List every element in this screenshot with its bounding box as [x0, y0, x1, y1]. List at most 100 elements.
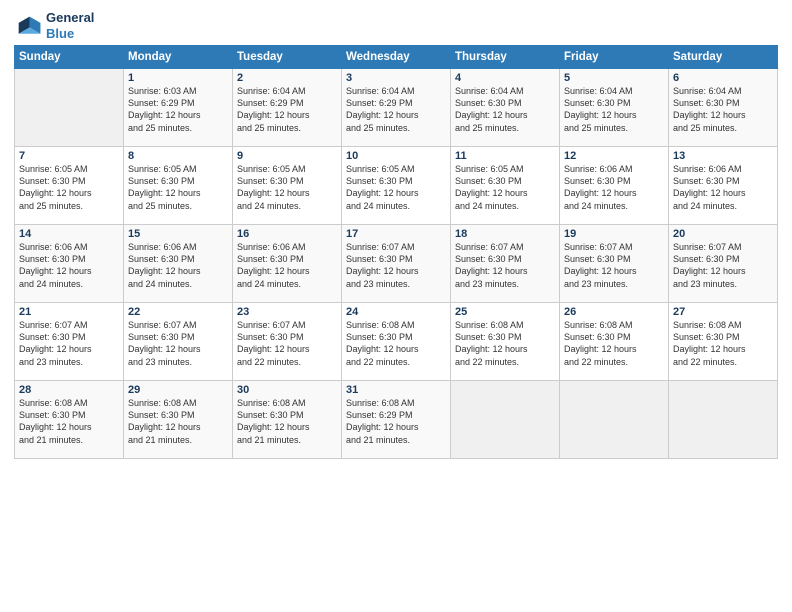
- day-info: Sunrise: 6:04 AM Sunset: 6:30 PM Dayligh…: [564, 85, 664, 134]
- day-info: Sunrise: 6:08 AM Sunset: 6:30 PM Dayligh…: [455, 319, 555, 368]
- calendar-cell: [669, 381, 778, 459]
- day-number: 16: [237, 228, 337, 240]
- weekday-header-tuesday: Tuesday: [233, 46, 342, 69]
- day-number: 15: [128, 228, 228, 240]
- weekday-header-monday: Monday: [124, 46, 233, 69]
- calendar-cell: 19Sunrise: 6:07 AM Sunset: 6:30 PM Dayli…: [560, 225, 669, 303]
- day-info: Sunrise: 6:05 AM Sunset: 6:30 PM Dayligh…: [19, 163, 119, 212]
- calendar-cell: 11Sunrise: 6:05 AM Sunset: 6:30 PM Dayli…: [451, 147, 560, 225]
- day-info: Sunrise: 6:06 AM Sunset: 6:30 PM Dayligh…: [673, 163, 773, 212]
- day-number: 25: [455, 306, 555, 318]
- day-number: 21: [19, 306, 119, 318]
- day-info: Sunrise: 6:08 AM Sunset: 6:30 PM Dayligh…: [19, 397, 119, 446]
- day-number: 14: [19, 228, 119, 240]
- calendar-cell: 5Sunrise: 6:04 AM Sunset: 6:30 PM Daylig…: [560, 69, 669, 147]
- day-number: 12: [564, 150, 664, 162]
- calendar-week-3: 14Sunrise: 6:06 AM Sunset: 6:30 PM Dayli…: [15, 225, 778, 303]
- calendar-cell: 31Sunrise: 6:08 AM Sunset: 6:29 PM Dayli…: [342, 381, 451, 459]
- calendar-week-5: 28Sunrise: 6:08 AM Sunset: 6:30 PM Dayli…: [15, 381, 778, 459]
- calendar-cell: 3Sunrise: 6:04 AM Sunset: 6:29 PM Daylig…: [342, 69, 451, 147]
- calendar-cell: 14Sunrise: 6:06 AM Sunset: 6:30 PM Dayli…: [15, 225, 124, 303]
- day-number: 29: [128, 384, 228, 396]
- day-info: Sunrise: 6:07 AM Sunset: 6:30 PM Dayligh…: [19, 319, 119, 368]
- day-number: 17: [346, 228, 446, 240]
- calendar-week-2: 7Sunrise: 6:05 AM Sunset: 6:30 PM Daylig…: [15, 147, 778, 225]
- calendar-cell: 29Sunrise: 6:08 AM Sunset: 6:30 PM Dayli…: [124, 381, 233, 459]
- day-number: 23: [237, 306, 337, 318]
- calendar-cell: [451, 381, 560, 459]
- day-info: Sunrise: 6:04 AM Sunset: 6:30 PM Dayligh…: [455, 85, 555, 134]
- day-info: Sunrise: 6:08 AM Sunset: 6:30 PM Dayligh…: [128, 397, 228, 446]
- day-number: 5: [564, 72, 664, 84]
- day-number: 20: [673, 228, 773, 240]
- logo-line2: Blue: [46, 26, 94, 42]
- day-info: Sunrise: 6:07 AM Sunset: 6:30 PM Dayligh…: [564, 241, 664, 290]
- logo-line1: General: [46, 10, 94, 26]
- day-info: Sunrise: 6:06 AM Sunset: 6:30 PM Dayligh…: [128, 241, 228, 290]
- weekday-header-saturday: Saturday: [669, 46, 778, 69]
- calendar-cell: 13Sunrise: 6:06 AM Sunset: 6:30 PM Dayli…: [669, 147, 778, 225]
- day-info: Sunrise: 6:07 AM Sunset: 6:30 PM Dayligh…: [455, 241, 555, 290]
- day-info: Sunrise: 6:04 AM Sunset: 6:29 PM Dayligh…: [346, 85, 446, 134]
- calendar-cell: 25Sunrise: 6:08 AM Sunset: 6:30 PM Dayli…: [451, 303, 560, 381]
- day-number: 30: [237, 384, 337, 396]
- calendar-cell: 30Sunrise: 6:08 AM Sunset: 6:30 PM Dayli…: [233, 381, 342, 459]
- calendar-cell: 28Sunrise: 6:08 AM Sunset: 6:30 PM Dayli…: [15, 381, 124, 459]
- calendar-cell: [560, 381, 669, 459]
- day-number: 28: [19, 384, 119, 396]
- calendar-cell: 15Sunrise: 6:06 AM Sunset: 6:30 PM Dayli…: [124, 225, 233, 303]
- day-info: Sunrise: 6:06 AM Sunset: 6:30 PM Dayligh…: [237, 241, 337, 290]
- logo: General Blue: [14, 10, 94, 41]
- calendar-cell: 10Sunrise: 6:05 AM Sunset: 6:30 PM Dayli…: [342, 147, 451, 225]
- calendar-cell: 4Sunrise: 6:04 AM Sunset: 6:30 PM Daylig…: [451, 69, 560, 147]
- day-info: Sunrise: 6:07 AM Sunset: 6:30 PM Dayligh…: [128, 319, 228, 368]
- calendar-cell: 18Sunrise: 6:07 AM Sunset: 6:30 PM Dayli…: [451, 225, 560, 303]
- day-info: Sunrise: 6:03 AM Sunset: 6:29 PM Dayligh…: [128, 85, 228, 134]
- calendar-cell: 2Sunrise: 6:04 AM Sunset: 6:29 PM Daylig…: [233, 69, 342, 147]
- calendar-cell: 7Sunrise: 6:05 AM Sunset: 6:30 PM Daylig…: [15, 147, 124, 225]
- day-info: Sunrise: 6:07 AM Sunset: 6:30 PM Dayligh…: [237, 319, 337, 368]
- day-number: 19: [564, 228, 664, 240]
- calendar-cell: 6Sunrise: 6:04 AM Sunset: 6:30 PM Daylig…: [669, 69, 778, 147]
- calendar-cell: 27Sunrise: 6:08 AM Sunset: 6:30 PM Dayli…: [669, 303, 778, 381]
- weekday-header-friday: Friday: [560, 46, 669, 69]
- day-info: Sunrise: 6:08 AM Sunset: 6:30 PM Dayligh…: [237, 397, 337, 446]
- calendar-cell: 23Sunrise: 6:07 AM Sunset: 6:30 PM Dayli…: [233, 303, 342, 381]
- calendar-week-4: 21Sunrise: 6:07 AM Sunset: 6:30 PM Dayli…: [15, 303, 778, 381]
- weekday-header-thursday: Thursday: [451, 46, 560, 69]
- calendar-week-1: 1Sunrise: 6:03 AM Sunset: 6:29 PM Daylig…: [15, 69, 778, 147]
- day-number: 18: [455, 228, 555, 240]
- day-number: 9: [237, 150, 337, 162]
- calendar-cell: 22Sunrise: 6:07 AM Sunset: 6:30 PM Dayli…: [124, 303, 233, 381]
- day-number: 27: [673, 306, 773, 318]
- calendar-cell: 20Sunrise: 6:07 AM Sunset: 6:30 PM Dayli…: [669, 225, 778, 303]
- day-number: 2: [237, 72, 337, 84]
- weekday-header-sunday: Sunday: [15, 46, 124, 69]
- calendar-table: SundayMondayTuesdayWednesdayThursdayFrid…: [14, 45, 778, 459]
- calendar-cell: 17Sunrise: 6:07 AM Sunset: 6:30 PM Dayli…: [342, 225, 451, 303]
- calendar-cell: 12Sunrise: 6:06 AM Sunset: 6:30 PM Dayli…: [560, 147, 669, 225]
- calendar-cell: [15, 69, 124, 147]
- day-info: Sunrise: 6:07 AM Sunset: 6:30 PM Dayligh…: [346, 241, 446, 290]
- day-number: 10: [346, 150, 446, 162]
- weekday-header-row: SundayMondayTuesdayWednesdayThursdayFrid…: [15, 46, 778, 69]
- day-number: 11: [455, 150, 555, 162]
- day-number: 26: [564, 306, 664, 318]
- day-info: Sunrise: 6:05 AM Sunset: 6:30 PM Dayligh…: [128, 163, 228, 212]
- day-number: 13: [673, 150, 773, 162]
- day-info: Sunrise: 6:06 AM Sunset: 6:30 PM Dayligh…: [19, 241, 119, 290]
- day-info: Sunrise: 6:05 AM Sunset: 6:30 PM Dayligh…: [455, 163, 555, 212]
- day-number: 1: [128, 72, 228, 84]
- calendar-cell: 24Sunrise: 6:08 AM Sunset: 6:30 PM Dayli…: [342, 303, 451, 381]
- day-number: 31: [346, 384, 446, 396]
- calendar-cell: 8Sunrise: 6:05 AM Sunset: 6:30 PM Daylig…: [124, 147, 233, 225]
- day-info: Sunrise: 6:04 AM Sunset: 6:30 PM Dayligh…: [673, 85, 773, 134]
- logo-icon: [14, 12, 42, 40]
- day-number: 3: [346, 72, 446, 84]
- calendar-cell: 16Sunrise: 6:06 AM Sunset: 6:30 PM Dayli…: [233, 225, 342, 303]
- day-number: 24: [346, 306, 446, 318]
- page-container: General Blue SundayMondayTuesdayWednesda…: [0, 0, 792, 469]
- day-number: 8: [128, 150, 228, 162]
- day-info: Sunrise: 6:08 AM Sunset: 6:30 PM Dayligh…: [564, 319, 664, 368]
- day-info: Sunrise: 6:05 AM Sunset: 6:30 PM Dayligh…: [346, 163, 446, 212]
